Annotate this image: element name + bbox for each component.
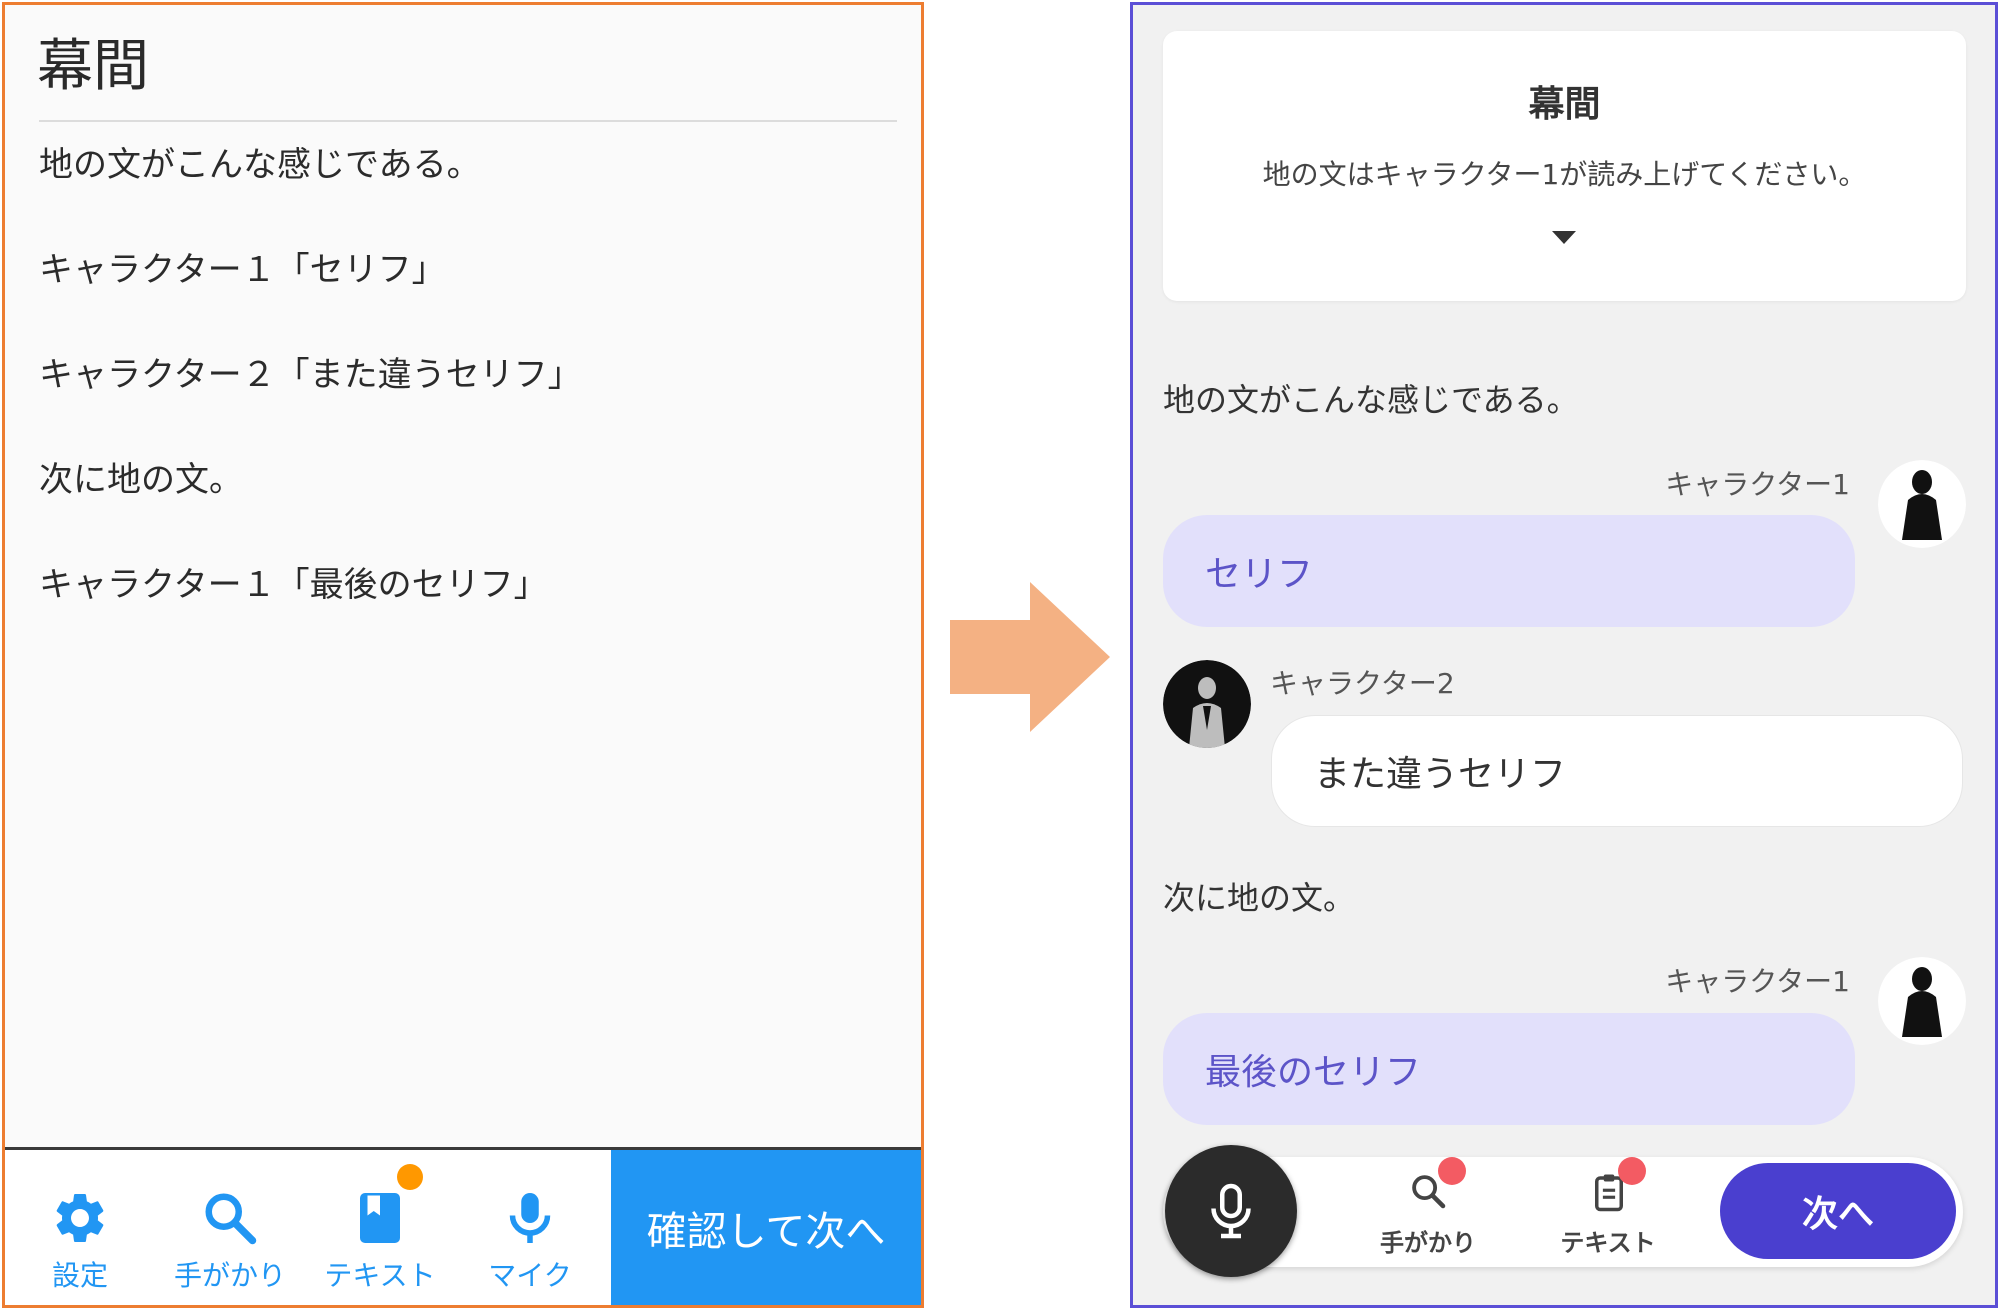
text-button[interactable]: テキスト — [1538, 1157, 1678, 1265]
silhouette-icon — [1163, 660, 1251, 748]
text-label: テキスト — [1560, 1229, 1656, 1257]
clue-label: 手がかり — [1380, 1229, 1476, 1257]
header-note: 地の文はキャラクター1が読み上げてください。 — [1262, 158, 1867, 191]
settings-label: 設定 — [51, 1259, 108, 1292]
silhouette-icon — [1878, 460, 1966, 548]
silhouette-icon — [1878, 957, 1966, 1045]
text-label: テキスト — [324, 1259, 436, 1292]
script-line: 地の文がこんな感じである。 — [39, 145, 481, 185]
avatar-icon — [1163, 660, 1251, 748]
clue-button[interactable]: 手がかり — [155, 1150, 305, 1305]
caret-down-icon[interactable] — [1552, 231, 1576, 244]
bottom-toolbar: 設定 手がかり テキスト マイク 確認して次へ — [5, 1147, 921, 1305]
clue-button[interactable]: 手がかり — [1358, 1157, 1498, 1265]
speaker-name: キャラクター1 — [1665, 965, 1850, 998]
book-icon — [360, 1193, 400, 1243]
title-divider — [39, 120, 897, 122]
header-card: 幕間 地の文はキャラクター1が読み上げてください。 — [1163, 31, 1966, 301]
script-text: 地の文がこんな感じである。 キャラクター１「セリフ」 キャラクター２「また違うセ… — [39, 145, 899, 670]
header-title: 幕間 — [1528, 84, 1601, 125]
text-button[interactable]: テキスト — [305, 1150, 455, 1305]
confirm-next-button[interactable]: 確認して次へ — [611, 1150, 921, 1305]
next-button[interactable]: 次へ — [1720, 1163, 1956, 1259]
notification-badge — [1618, 1157, 1646, 1185]
mic-button[interactable] — [1165, 1145, 1297, 1277]
mic-icon — [1211, 1183, 1251, 1239]
narration-text: 地の文がこんな感じである。 — [1163, 381, 1579, 419]
mic-label: マイク — [488, 1259, 572, 1292]
avatar-icon — [1878, 957, 1966, 1045]
script-line: キャラクター１「セリフ」 — [39, 250, 446, 290]
speaker-name: キャラクター1 — [1665, 468, 1850, 501]
notification-badge — [1438, 1157, 1466, 1185]
clue-label: 手がかり — [173, 1259, 286, 1292]
after-screen: 幕間 地の文はキャラクター1が読み上げてください。 地の文がこんな感じである。 … — [1130, 2, 1998, 1308]
script-line: キャラクター１「最後のセリフ」 — [39, 565, 548, 605]
mic-icon — [509, 1193, 551, 1243]
settings-button[interactable]: 設定 — [5, 1150, 155, 1305]
speech-bubble: セリフ — [1163, 515, 1855, 627]
script-line: 次に地の文。 — [39, 460, 243, 500]
speaker-name: キャラクター2 — [1270, 667, 1455, 700]
mic-button[interactable]: マイク — [455, 1150, 605, 1305]
narration-text: 次に地の文。 — [1163, 879, 1356, 917]
arrow-right-icon — [950, 582, 1110, 732]
before-screen: 幕間 地の文がこんな感じである。 キャラクター１「セリフ」 キャラクター２「また… — [2, 2, 924, 1308]
avatar-icon — [1878, 460, 1966, 548]
notification-badge — [397, 1164, 423, 1190]
speech-bubble: また違うセリフ — [1271, 715, 1963, 827]
gear-icon — [56, 1194, 104, 1242]
search-icon — [205, 1193, 257, 1245]
script-line: キャラクター２「また違うセリフ」 — [39, 355, 582, 395]
page-title: 幕間 — [37, 34, 149, 99]
speech-bubble: 最後のセリフ — [1163, 1013, 1855, 1125]
